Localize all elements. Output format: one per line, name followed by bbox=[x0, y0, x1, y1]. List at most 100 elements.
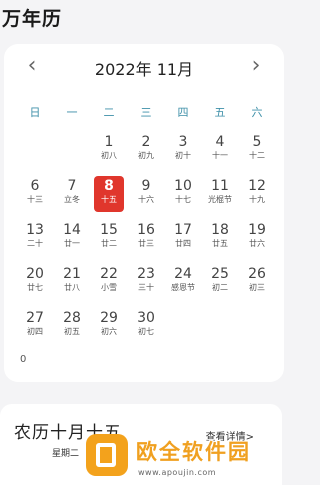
day-number: 7 bbox=[67, 178, 77, 194]
weekday-label: 日 bbox=[29, 106, 41, 119]
day-cell[interactable]: 12 十九 bbox=[240, 176, 274, 212]
day-cell-selected[interactable]: 8 十五 bbox=[94, 176, 124, 212]
weekday-label: 四 bbox=[177, 106, 189, 119]
day-grid: 1 初八 2 初九 3 初十 4 十一 5 十二 6 十三 7 立冬 8 十五 9 十六 10 十七 11 光棍节 12 十九… bbox=[18, 132, 278, 348]
day-number: 11 bbox=[211, 178, 229, 194]
day-lunar-label: 光棍节 bbox=[208, 195, 232, 204]
day-lunar-label: 十六 bbox=[138, 195, 154, 204]
day-number: 5 bbox=[252, 134, 262, 150]
day-cell[interactable]: 29 初六 bbox=[92, 308, 126, 344]
day-number: 22 bbox=[100, 266, 118, 282]
day-number: 1 bbox=[104, 134, 114, 150]
day-number: 29 bbox=[100, 310, 118, 326]
day-number: 6 bbox=[30, 178, 40, 194]
day-number: 13 bbox=[26, 222, 44, 238]
weekday-header-row: 日 一 二 三 四 五 六 bbox=[18, 104, 278, 120]
day-cell[interactable]: 7 立冬 bbox=[55, 176, 89, 212]
day-number: 23 bbox=[137, 266, 155, 282]
day-lunar-label: 廿五 bbox=[212, 239, 228, 248]
day-number: 24 bbox=[174, 266, 192, 282]
day-lunar-label: 廿一 bbox=[64, 239, 80, 248]
day-cell[interactable]: 19 廿六 bbox=[240, 220, 274, 256]
day-number: 20 bbox=[26, 266, 44, 282]
day-cell[interactable]: 25 初二 bbox=[203, 264, 237, 300]
day-cell[interactable]: 17 廿四 bbox=[166, 220, 200, 256]
weekday-text: 星期二 bbox=[52, 449, 80, 459]
day-lunar-label: 初八 bbox=[101, 151, 117, 160]
day-lunar-label: 三十 bbox=[138, 283, 154, 292]
day-lunar-label: 初三 bbox=[249, 283, 265, 292]
day-cell[interactable]: 26 初三 bbox=[240, 264, 274, 300]
day-lunar-label: 廿七 bbox=[27, 283, 43, 292]
weekday-label: 五 bbox=[214, 106, 226, 119]
day-lunar-label: 初九 bbox=[138, 151, 154, 160]
day-cell[interactable]: 14 廿一 bbox=[55, 220, 89, 256]
day-lunar-label: 廿三 bbox=[138, 239, 154, 248]
day-cell[interactable]: 3 初十 bbox=[166, 132, 200, 168]
day-lunar-label: 廿四 bbox=[175, 239, 191, 248]
day-number: 21 bbox=[63, 266, 81, 282]
month-title[interactable]: 2022年 11月 bbox=[4, 56, 284, 80]
day-cell[interactable]: 11 光棍节 bbox=[203, 176, 237, 212]
day-cell[interactable]: 20 廿七 bbox=[18, 264, 52, 300]
weekday-label: 三 bbox=[140, 106, 152, 119]
day-cell[interactable]: 13 二十 bbox=[18, 220, 52, 256]
day-lunar-label: 小雪 bbox=[101, 283, 117, 292]
day-lunar-label: 廿二 bbox=[101, 239, 117, 248]
day-cell[interactable]: 2 初九 bbox=[129, 132, 163, 168]
day-cell[interactable]: 4 十一 bbox=[203, 132, 237, 168]
day-number: 9 bbox=[141, 178, 151, 194]
count-label: 0 bbox=[20, 354, 27, 365]
day-number: 8 bbox=[104, 178, 114, 194]
day-number: 25 bbox=[211, 266, 229, 282]
day-cell[interactable]: 1 初八 bbox=[92, 132, 126, 168]
day-cell[interactable]: 21 廿八 bbox=[55, 264, 89, 300]
weekday-label: 二 bbox=[103, 106, 115, 119]
day-number: 17 bbox=[174, 222, 192, 238]
day-cell[interactable]: 16 廿三 bbox=[129, 220, 163, 256]
day-lunar-label: 初四 bbox=[27, 327, 43, 336]
watermark-name: 欧全软件园 bbox=[136, 440, 251, 464]
day-cell[interactable]: 9 十六 bbox=[129, 176, 163, 212]
day-lunar-label: 廿八 bbox=[64, 283, 80, 292]
day-lunar-label: 初十 bbox=[175, 151, 191, 160]
day-number: 3 bbox=[178, 134, 188, 150]
day-cell[interactable]: 22 小雪 bbox=[92, 264, 126, 300]
watermark-url: www.apoujin.com bbox=[138, 468, 217, 477]
day-lunar-label: 十二 bbox=[249, 151, 265, 160]
day-number: 28 bbox=[63, 310, 81, 326]
day-lunar-label: 廿六 bbox=[249, 239, 265, 248]
chevron-right-icon[interactable]: › bbox=[244, 54, 268, 78]
day-cell[interactable]: 27 初四 bbox=[18, 308, 52, 344]
day-lunar-label: 十七 bbox=[175, 195, 191, 204]
day-number: 2 bbox=[141, 134, 151, 150]
day-cell[interactable]: 24 感恩节 bbox=[166, 264, 200, 300]
day-cell[interactable]: 23 三十 bbox=[129, 264, 163, 300]
day-number: 14 bbox=[63, 222, 81, 238]
day-number: 18 bbox=[211, 222, 229, 238]
day-lunar-label: 二十 bbox=[27, 239, 43, 248]
day-number: 30 bbox=[137, 310, 155, 326]
day-cell[interactable]: 10 十七 bbox=[166, 176, 200, 212]
day-lunar-label: 十三 bbox=[27, 195, 43, 204]
day-number: 4 bbox=[215, 134, 225, 150]
day-lunar-label: 立冬 bbox=[64, 195, 80, 204]
day-lunar-label: 十九 bbox=[249, 195, 265, 204]
app-title: 万年历 bbox=[2, 8, 63, 30]
day-number: 12 bbox=[248, 178, 266, 194]
day-cell[interactable]: 18 廿五 bbox=[203, 220, 237, 256]
day-cell[interactable]: 28 初五 bbox=[55, 308, 89, 344]
weekday-label: 一 bbox=[66, 106, 78, 119]
day-lunar-label: 初七 bbox=[138, 327, 154, 336]
watermark: 欧全软件园 www.apoujin.com bbox=[86, 432, 286, 485]
day-cell[interactable]: 6 十三 bbox=[18, 176, 52, 212]
day-cell[interactable]: 15 廿二 bbox=[92, 220, 126, 256]
day-lunar-label: 初二 bbox=[212, 283, 228, 292]
day-cell[interactable]: 5 十二 bbox=[240, 132, 274, 168]
day-number: 27 bbox=[26, 310, 44, 326]
month-header: ‹ 2022年 11月 › bbox=[4, 44, 284, 88]
day-number: 19 bbox=[248, 222, 266, 238]
day-lunar-label: 初五 bbox=[64, 327, 80, 336]
calendar-card: ‹ 2022年 11月 › 日 一 二 三 四 五 六 1 初八 2 初九 3 初十 4 十一… bbox=[4, 44, 284, 382]
day-cell[interactable]: 30 初七 bbox=[129, 308, 163, 344]
